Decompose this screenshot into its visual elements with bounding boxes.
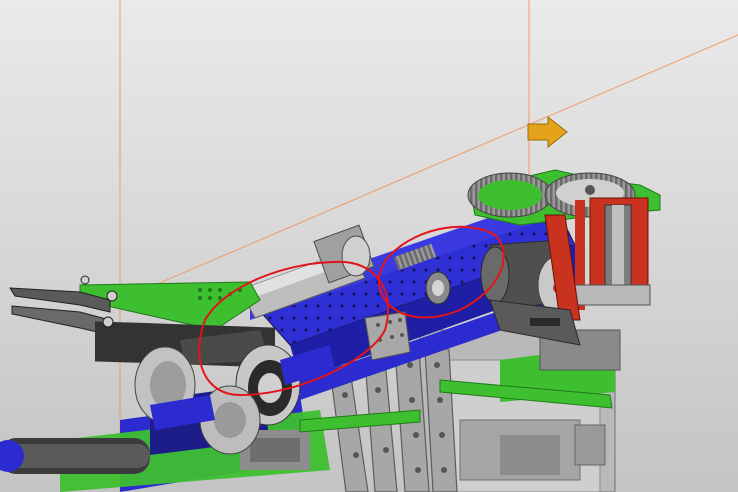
cad-model-scene[interactable] [0, 0, 738, 492]
red-cross-section [544, 197, 651, 321]
cad-3d-viewport[interactable] [0, 0, 738, 492]
